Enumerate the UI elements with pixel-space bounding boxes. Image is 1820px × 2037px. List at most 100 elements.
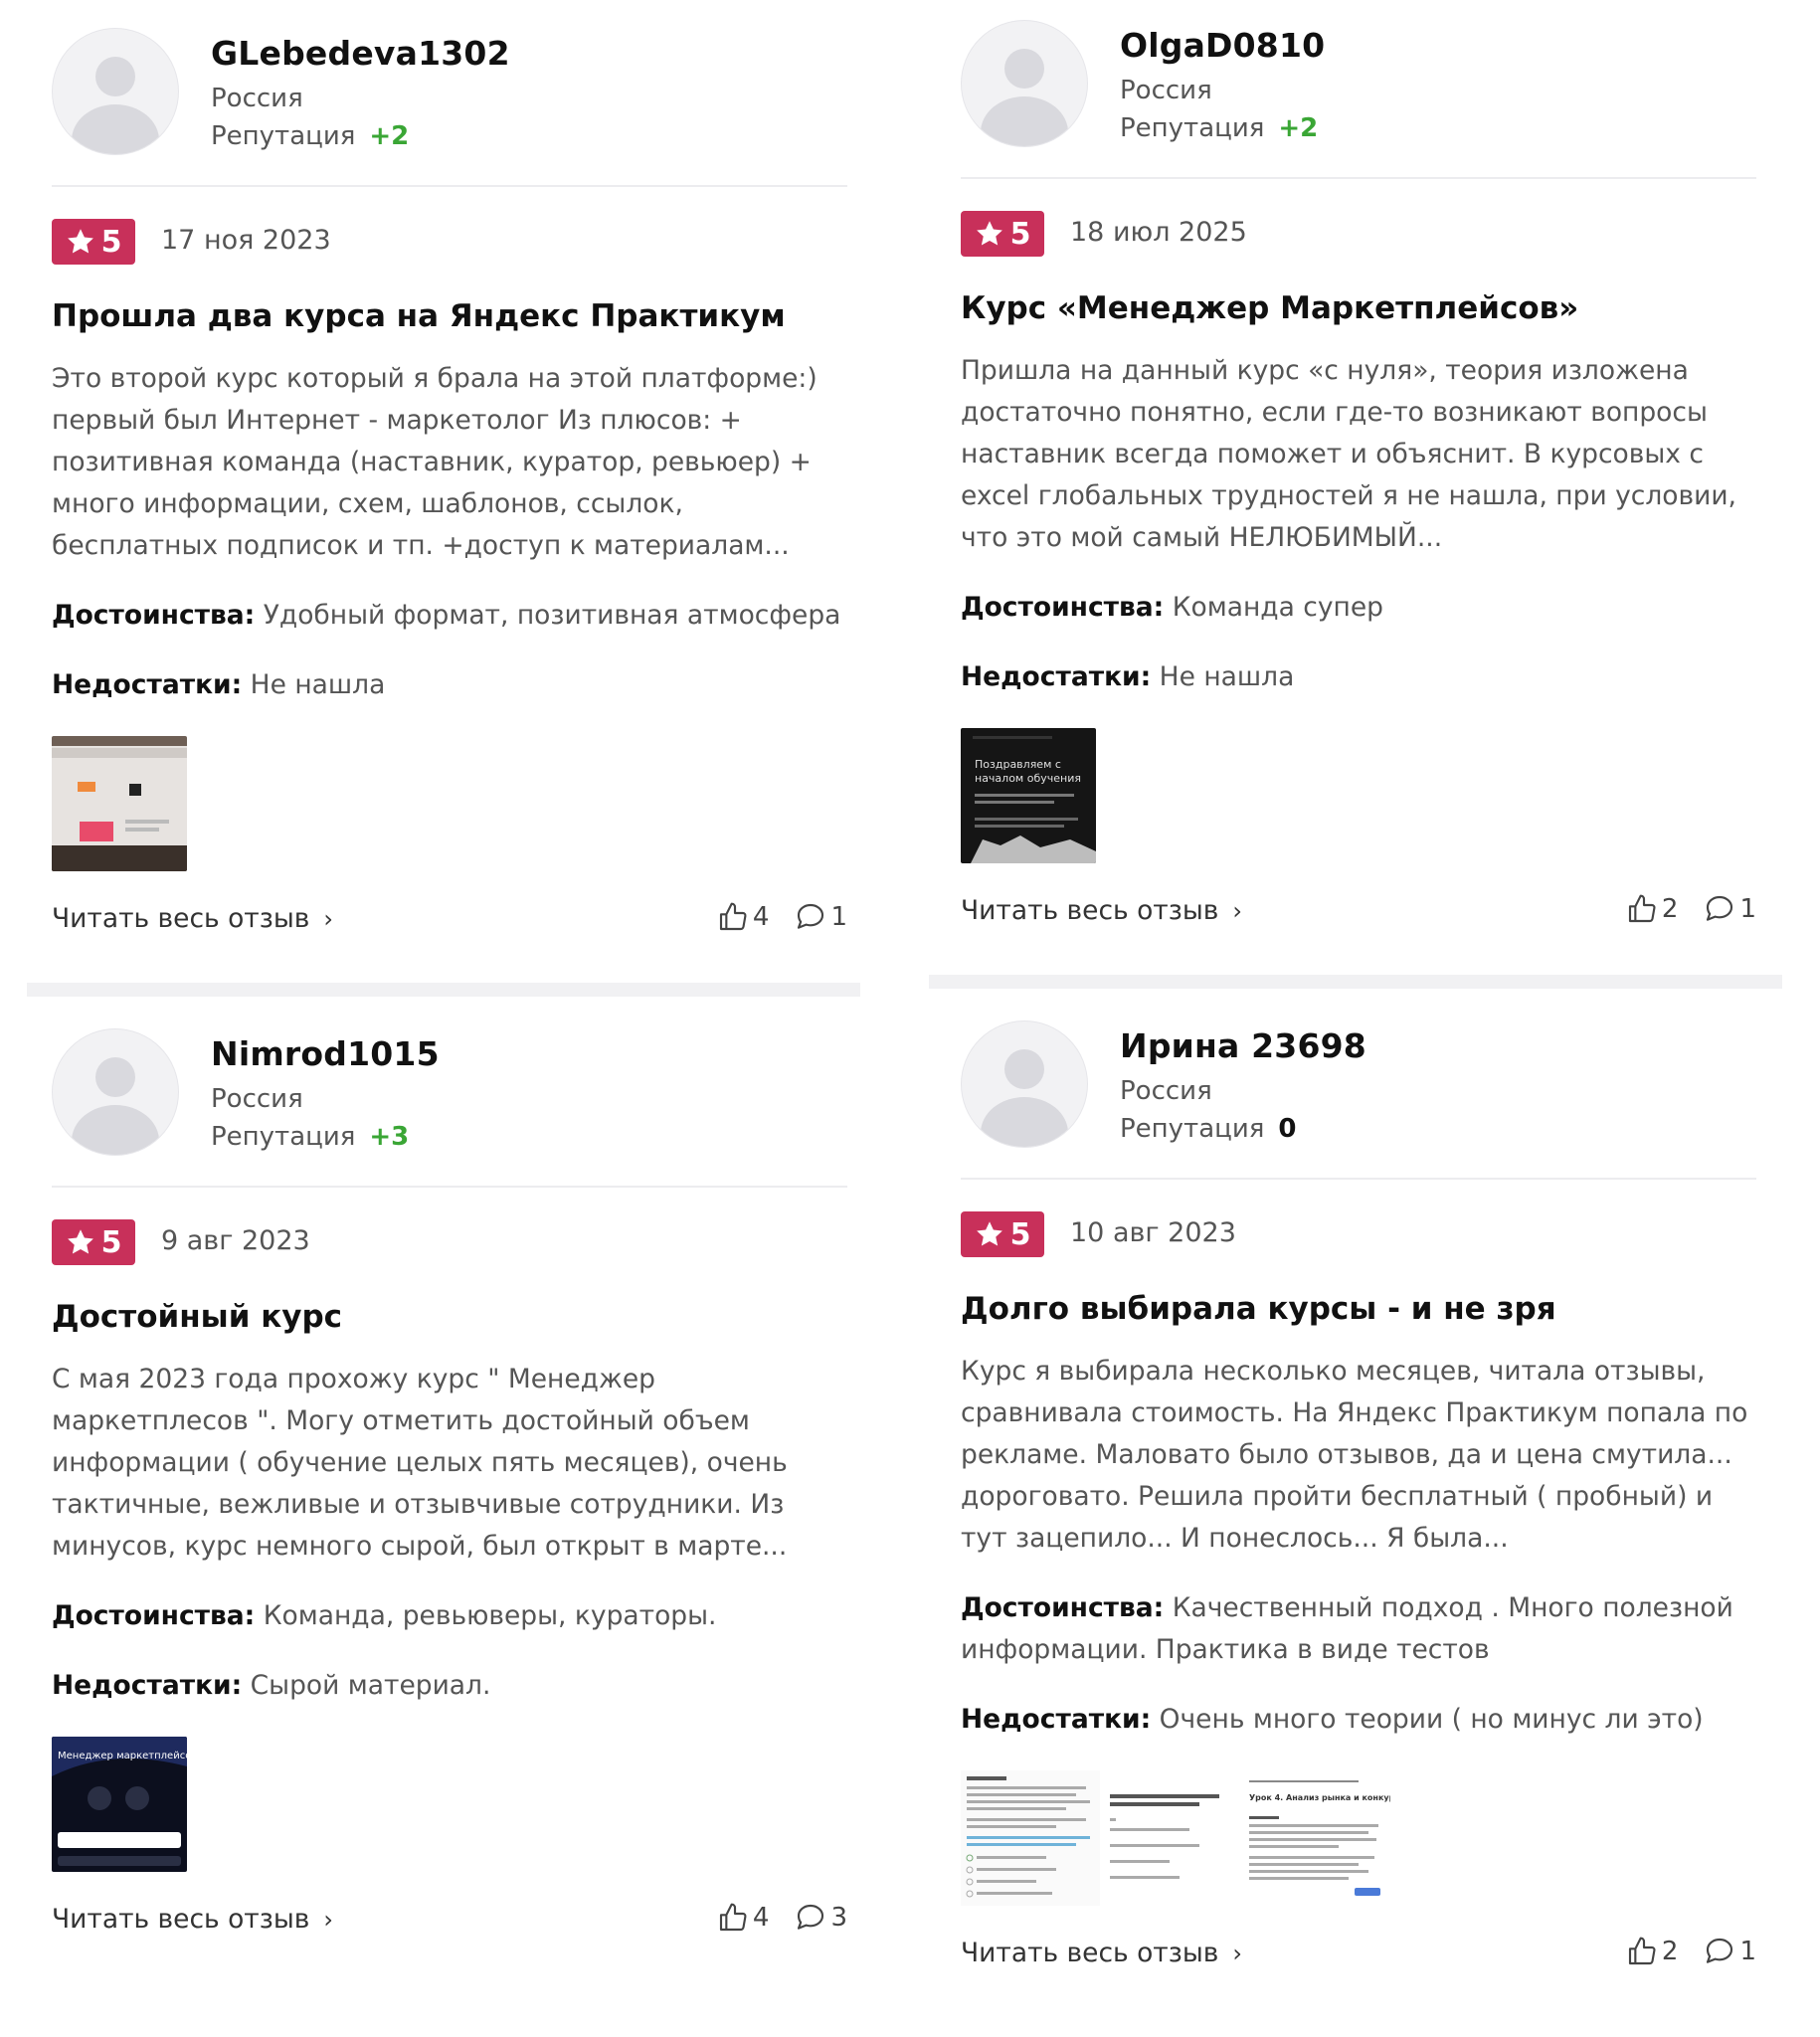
review-footer: Читать весь отзыв › 2 1 [961, 1936, 1756, 1977]
separator [961, 1178, 1756, 1180]
comments-count: 1 [830, 902, 847, 932]
likes-count: 2 [1661, 894, 1679, 924]
chevron-right-icon: › [323, 1906, 333, 1934]
thumb-text-line: началом обучения [975, 772, 1081, 785]
chevron-right-icon: › [1232, 897, 1242, 925]
review-title[interactable]: Курс «Менеджер Маркетплейсов» [961, 288, 1756, 328]
chevron-right-icon: › [323, 905, 333, 933]
likes-count: 4 [752, 1903, 770, 1933]
user-name[interactable]: GLebedeva1302 [211, 34, 510, 73]
thumb-text-line: Менеджер маркетплейсов [58, 1751, 187, 1761]
cons-label: Недостатки: [961, 1704, 1152, 1735]
avatar[interactable] [961, 20, 1088, 147]
review-footer: Читать весь отзыв › 4 3 [52, 1902, 847, 1944]
rating-badge: 5 [52, 219, 135, 265]
cons-label: Недостатки: [52, 1670, 243, 1701]
read-more-link[interactable]: Читать весь отзыв › [52, 903, 333, 934]
user-reputation: Репутация +2 [211, 121, 409, 151]
reputation-value: +2 [369, 121, 410, 151]
reputation-label: Репутация [1120, 113, 1265, 143]
review-meta: 5 9 авг 2023 [52, 1219, 847, 1267]
like-button[interactable]: 4 [717, 1902, 770, 1934]
cons-text: Не нашла [250, 669, 386, 700]
review-photo[interactable]: Поздравляем с началом обучения [961, 728, 1096, 863]
pros-label: Достоинства: [52, 1600, 256, 1631]
read-more-link[interactable]: Читать весь отзыв › [961, 1938, 1242, 1968]
review-text: Это второй курс который я брала на этой … [52, 363, 818, 561]
photo-thumbnail: Урок 4. Анализ рынка и конкурентов [961, 1770, 1390, 1906]
cons-text: Очень много теории ( но минус ли это) [1159, 1704, 1704, 1735]
user-name[interactable]: OlgaD0810 [1120, 26, 1325, 65]
rating-value: 5 [1009, 216, 1031, 252]
reputation-value: 0 [1278, 1114, 1297, 1144]
section-divider [27, 983, 860, 997]
pros-label: Достоинства: [961, 1592, 1165, 1623]
rating-badge: 5 [961, 1211, 1044, 1257]
cons-text: Сырой материал. [250, 1670, 491, 1701]
pros: Достоинства: Команда, ревьюверы, куратор… [52, 1595, 847, 1637]
user-placeholder-icon [981, 49, 1068, 146]
review-card: GLebedeva1302 Россия Репутация +2 5 17 но… [52, 24, 847, 943]
reputation-value: +3 [369, 1122, 410, 1152]
reputation-value: +2 [1278, 113, 1319, 143]
photo-thumbnail [52, 736, 187, 871]
star-icon [976, 1221, 1002, 1246]
thumbs-up-icon [1628, 1937, 1656, 1965]
thumbs-up-icon [1628, 894, 1656, 923]
read-more-label: Читать весь отзыв [52, 1904, 310, 1935]
cons: Недостатки: Очень много теории ( но мину… [961, 1699, 1756, 1741]
like-button[interactable]: 2 [1626, 1936, 1679, 1967]
review-photo[interactable] [52, 736, 187, 871]
avatar[interactable] [52, 28, 179, 155]
rating-value: 5 [1009, 1216, 1031, 1252]
thumbs-up-icon [719, 1903, 747, 1932]
pros: Достоинства: Качественный подход . Много… [961, 1587, 1756, 1671]
review-text: Пришла на данный курс «с нуля», теория и… [961, 355, 1736, 553]
user-placeholder-icon [72, 1057, 159, 1155]
pros-text: Команда, ревьюверы, кураторы. [263, 1600, 717, 1631]
review-title[interactable]: Долго выбирала курсы - и не зря [961, 1289, 1756, 1329]
review-text: С мая 2023 года прохожу курс " Менеджер … [52, 1364, 788, 1562]
review-photo[interactable]: Урок 4. Анализ рынка и конкурентов [961, 1770, 1390, 1906]
user-header: OlgaD0810 Россия Репутация +2 [961, 16, 1756, 147]
review-card: Ирина 23698 Россия Репутация 0 5 10 авг 2… [961, 1017, 1756, 1977]
review-footer: Читать весь отзыв › 4 1 [52, 901, 847, 943]
star-icon [976, 221, 1002, 246]
avatar[interactable] [961, 1020, 1088, 1148]
likes-count: 2 [1661, 1937, 1679, 1966]
cons-label: Недостатки: [961, 661, 1152, 692]
cons: Недостатки: Сырой материал. [52, 1665, 847, 1707]
comment-button[interactable]: 1 [1704, 1936, 1756, 1967]
review-meta: 5 18 июл 2025 [961, 211, 1756, 259]
comment-button[interactable]: 1 [795, 901, 847, 933]
review-title[interactable]: Достойный курс [52, 1297, 847, 1337]
user-header: Ирина 23698 Россия Репутация 0 [961, 1017, 1756, 1148]
user-name[interactable]: Nimrod1015 [211, 1034, 440, 1073]
user-header: GLebedeva1302 Россия Репутация +2 [52, 24, 847, 155]
read-more-label: Читать весь отзыв [961, 895, 1219, 926]
review-title[interactable]: Прошла два курса на Яндекс Практикум [52, 296, 847, 336]
review-photo[interactable]: Менеджер маркетплейсов [52, 1737, 187, 1872]
review-date: 17 ноя 2023 [161, 225, 331, 256]
review-actions: 2 1 [1626, 893, 1756, 925]
read-more-link[interactable]: Читать весь отзыв › [961, 895, 1242, 926]
likes-count: 4 [752, 902, 770, 932]
review-actions: 4 3 [717, 1902, 847, 1934]
comment-icon [798, 1904, 824, 1930]
comment-button[interactable]: 3 [795, 1902, 847, 1934]
pros: Достоинства: Команда супер [961, 587, 1756, 629]
pros: Достоинства: Удобный формат, позитивная … [52, 595, 847, 637]
review-date: 9 авг 2023 [161, 1225, 310, 1256]
cons-label: Недостатки: [52, 669, 243, 700]
avatar[interactable] [52, 1028, 179, 1156]
rating-badge: 5 [961, 211, 1044, 257]
review-actions: 2 1 [1626, 1936, 1756, 1967]
user-name[interactable]: Ирина 23698 [1120, 1026, 1366, 1065]
user-reputation: Репутация +3 [211, 1122, 409, 1152]
thumbs-up-icon [719, 902, 747, 931]
comment-button[interactable]: 1 [1704, 893, 1756, 925]
like-button[interactable]: 4 [717, 901, 770, 933]
review-date: 10 авг 2023 [1070, 1217, 1236, 1248]
read-more-link[interactable]: Читать весь отзыв › [52, 1904, 333, 1935]
like-button[interactable]: 2 [1626, 893, 1679, 925]
